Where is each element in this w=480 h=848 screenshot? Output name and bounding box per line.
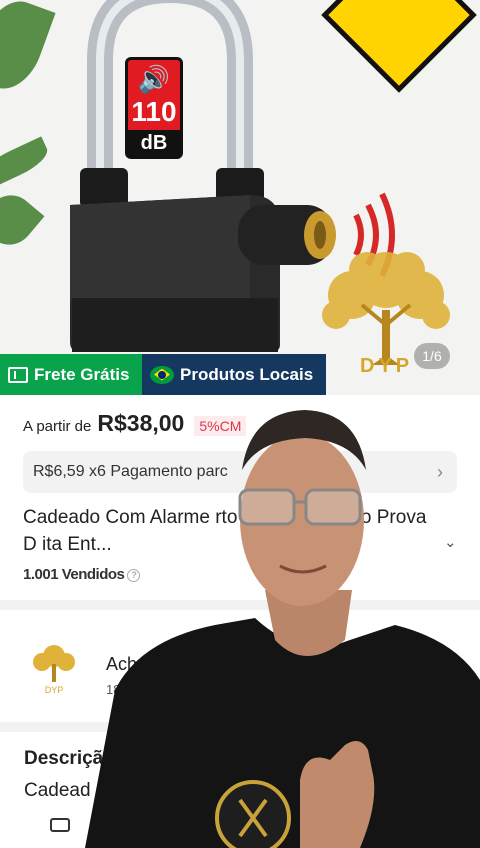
section-divider (0, 600, 480, 610)
shipping-banner: Frete Grátis Produtos Locais (0, 354, 326, 395)
sold-count: 1.001 Vendidos? (23, 566, 141, 583)
decibel-value: 110 (131, 96, 177, 127)
free-shipping-tag: Frete Grátis (0, 354, 142, 395)
description-text: Cadead Comérc (24, 780, 163, 801)
chevron-down-icon[interactable]: ⌄ (444, 533, 457, 551)
chevron-right-icon: › (437, 462, 443, 482)
store-card[interactable]: DYP Achadinh 181 Pr (0, 612, 480, 722)
discount-badge: 5%CM (194, 416, 247, 436)
svg-text:DYP: DYP (45, 685, 64, 695)
installment-text: R$6,59 x6 Pagamento parc (33, 463, 228, 480)
description-heading: Descriçã (24, 748, 104, 769)
price-row: A partir de R$38,00 5%CM (23, 410, 247, 437)
brand-text: DYP (360, 355, 414, 377)
decibel-badge: 🔊 110 dB (125, 57, 183, 159)
truck-icon (8, 366, 28, 383)
price-value: R$38,00 (97, 410, 185, 436)
info-icon[interactable]: ? (127, 569, 141, 582)
bottom-action-bar (0, 820, 480, 848)
product-image-gallery[interactable]: 🔊 110 dB DYP 1/6 (0, 0, 480, 395)
store-name: Achadinh (106, 654, 182, 674)
sold-count-label: 1.001 Vendidos (23, 566, 125, 583)
product-title: Cadeado Com Alarme rto Comércio moto Pro… (23, 507, 427, 555)
price-prefix: A partir de (23, 418, 92, 435)
installment-row[interactable]: R$6,59 x6 Pagamento parc › (23, 451, 457, 493)
brazil-flag-icon (150, 365, 174, 384)
store-logo-icon: DYP (33, 645, 75, 695)
chat-icon[interactable] (50, 818, 70, 832)
store-subtitle: 181 Pr (106, 682, 145, 697)
section-divider (0, 722, 480, 732)
image-counter: 1/6 (414, 343, 450, 369)
local-products-tag: Produtos Locais (142, 354, 326, 395)
local-products-label: Produtos Locais (180, 364, 314, 384)
free-shipping-label: Frete Grátis (34, 364, 130, 384)
decibel-unit: dB (128, 130, 180, 156)
speaker-icon: 🔊 (137, 64, 171, 94)
